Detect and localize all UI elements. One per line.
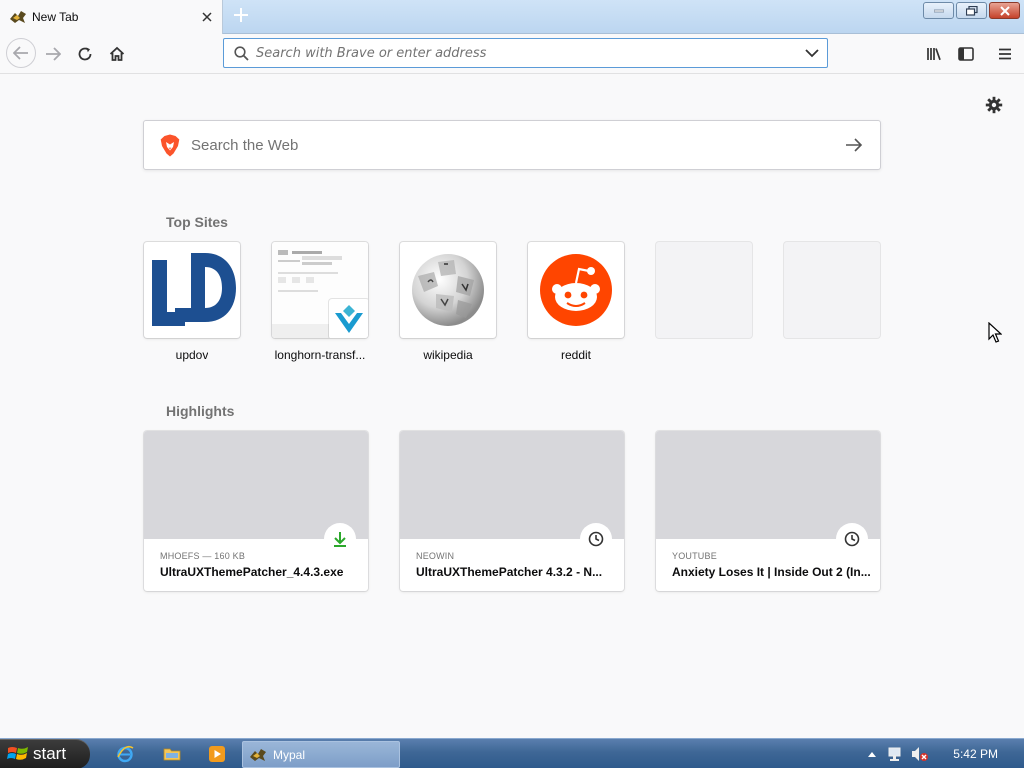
forward-button[interactable] — [39, 40, 67, 68]
top-sites-heading: Top Sites — [166, 214, 228, 230]
top-site-tile[interactable] — [144, 242, 240, 338]
highlights-list: MHOEFS — 160 KB UltraUXThemePatcher_4.4.… — [144, 431, 880, 591]
mypal-logo-icon — [9, 9, 27, 25]
web-search-input[interactable] — [191, 136, 841, 154]
volume-muted-icon[interactable] — [911, 745, 929, 763]
download-icon — [324, 523, 356, 555]
tab-new-tab[interactable]: New Tab — [0, 0, 223, 34]
sidebar-toggle-button[interactable] — [952, 40, 980, 68]
top-site-wikipedia[interactable]: wikipedia — [400, 242, 496, 362]
new-tab-button[interactable] — [230, 5, 252, 27]
window-controls — [923, 2, 1020, 19]
highlights-heading: Highlights — [166, 403, 235, 419]
tab-title: New Tab — [32, 10, 79, 24]
restore-button[interactable] — [956, 2, 987, 19]
highlight-card[interactable]: MHOEFS — 160 KB UltraUXThemePatcher_4.4.… — [144, 431, 368, 591]
tab-strip: New Tab — [0, 0, 1024, 34]
search-icon — [232, 44, 250, 62]
start-label: start — [33, 744, 67, 763]
highlight-card[interactable]: YOUTUBE Anxiety Loses It | Inside Out 2 … — [656, 431, 880, 591]
hamburger-menu-icon[interactable] — [991, 40, 1019, 68]
wikipedia-globe-icon — [412, 254, 484, 326]
system-clock: 5:42 PM — [953, 747, 998, 761]
reload-button[interactable] — [71, 40, 99, 68]
mouse-cursor-icon — [988, 322, 1002, 343]
navigation-toolbar — [0, 34, 1024, 74]
top-site-empty[interactable] — [656, 242, 752, 362]
top-sites-grid: updov longhorn-transf... wikipedia reddi… — [144, 242, 880, 362]
mypal-logo-icon — [250, 748, 266, 761]
top-site-reddit[interactable]: reddit — [528, 242, 624, 362]
card-title: Anxiety Loses It | Inside Out 2 (In... — [672, 565, 871, 579]
top-site-label: longhorn-transf... — [274, 348, 366, 362]
minimize-button[interactable] — [923, 2, 954, 19]
card-title: UltraUXThemePatcher_4.4.3.exe — [160, 565, 344, 579]
gear-icon[interactable] — [984, 95, 1004, 115]
top-site-updov[interactable]: updov — [144, 242, 240, 362]
top-site-label: reddit — [560, 348, 592, 362]
reddit-logo-icon — [540, 254, 612, 326]
highlight-card[interactable]: NEOWIN UltraUXThemePatcher 4.3.2 - N... — [400, 431, 624, 591]
card-context: YOUTUBE — [672, 551, 717, 561]
home-button[interactable] — [103, 40, 131, 68]
top-site-empty[interactable] — [784, 242, 880, 362]
card-title: UltraUXThemePatcher 4.3.2 - N... — [416, 565, 603, 579]
media-player-icon[interactable] — [207, 744, 227, 764]
address-bar[interactable] — [223, 38, 828, 68]
chevron-down-icon[interactable] — [802, 43, 822, 63]
web-search-box[interactable] — [143, 120, 881, 170]
start-button[interactable]: start — [0, 739, 90, 768]
top-site-label: wikipedia — [423, 348, 473, 362]
updov-logo-icon — [152, 253, 236, 326]
show-hidden-icons-icon[interactable] — [863, 745, 881, 763]
taskbar-window-mypal[interactable]: Mypal — [242, 741, 400, 768]
card-context: MHOEFS — 160 KB — [160, 551, 246, 561]
back-button[interactable] — [6, 38, 36, 68]
internet-explorer-icon[interactable] — [115, 744, 135, 764]
close-window-button[interactable] — [989, 2, 1020, 19]
brave-logo-icon — [159, 133, 181, 157]
system-tray: 5:42 PM — [863, 739, 1024, 768]
close-tab-icon[interactable] — [198, 8, 216, 26]
top-site-label: updov — [175, 348, 209, 362]
address-input[interactable] — [256, 45, 802, 61]
card-context: NEOWIN — [416, 551, 455, 561]
network-icon[interactable] — [887, 745, 905, 763]
top-site-longhorn[interactable]: longhorn-transf... — [272, 242, 368, 362]
clock-icon — [836, 523, 868, 555]
longhorn-logo-icon — [329, 299, 368, 338]
library-button[interactable] — [920, 40, 948, 68]
file-explorer-icon[interactable] — [162, 744, 182, 764]
top-site-placeholder[interactable] — [656, 242, 752, 338]
clock-icon — [580, 523, 612, 555]
taskbar-window-label: Mypal — [273, 747, 306, 762]
top-site-tile[interactable] — [528, 242, 624, 338]
arrow-right-icon[interactable] — [841, 132, 867, 158]
top-site-placeholder[interactable] — [784, 242, 880, 338]
taskbar: start Mypal 5:42 PM — [0, 738, 1024, 768]
top-site-tile[interactable] — [400, 242, 496, 338]
top-site-tile[interactable] — [272, 242, 368, 338]
windows-flag-icon — [7, 747, 28, 760]
